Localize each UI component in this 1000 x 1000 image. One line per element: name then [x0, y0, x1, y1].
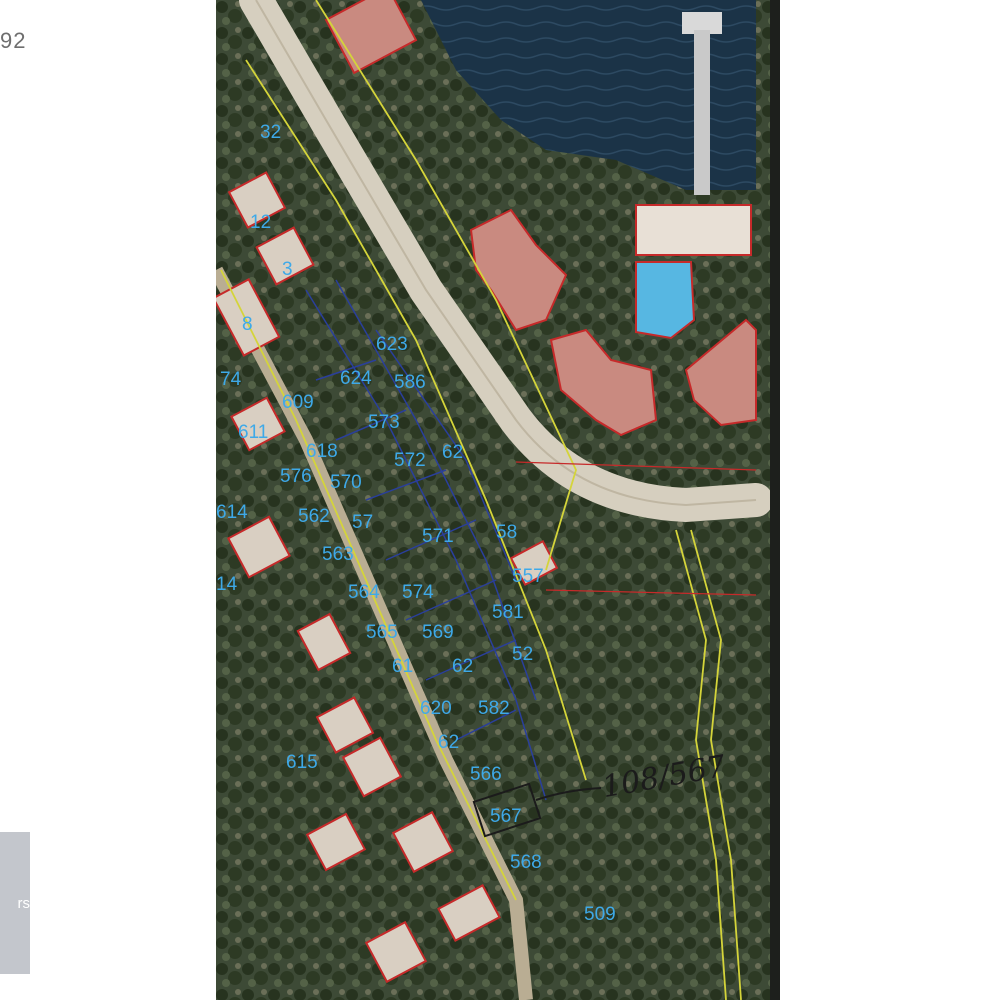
parcel-label: 569: [422, 622, 454, 643]
cadastral-map-photo[interactable]: 108/567 32 12 3 8 74 614 611 609 623 624…: [216, 0, 780, 1000]
side-panel-button-label: rs: [17, 894, 31, 912]
parcel-label: 609: [282, 392, 314, 413]
parcel-label: 615: [286, 752, 318, 773]
parcel-label: 573: [368, 412, 400, 433]
parcel-label: 14: [216, 574, 238, 595]
parcel-label: 62: [442, 442, 463, 463]
parcel-label: 567: [490, 806, 522, 827]
parcel-label: 618: [306, 441, 338, 462]
parcel-label: 581: [492, 602, 524, 623]
parcel-label: 74: [220, 369, 242, 390]
parcel-label: 570: [330, 472, 362, 493]
parcel-label: 58: [496, 522, 517, 543]
side-panel-button[interactable]: rs: [0, 832, 30, 974]
page-id-fragment: 92: [0, 28, 27, 53]
parcel-label: 582: [478, 698, 510, 719]
parcel-label: 32: [260, 122, 281, 143]
parcel-label: 62: [438, 732, 459, 753]
parcel-label: 61: [392, 656, 413, 677]
parcel-label: 62: [452, 656, 473, 677]
parcel-label: 12: [250, 212, 271, 233]
parcel-label: 620: [420, 698, 452, 719]
parcel-label: 611: [238, 422, 268, 443]
parcel-label: 614: [216, 502, 248, 523]
map-canvas: 108/567 32 12 3 8 74 614 611 609 623 624…: [216, 0, 780, 1000]
parcel-label: 624: [340, 368, 372, 389]
parcel-label: 574: [402, 582, 434, 603]
parcel-label: 568: [510, 852, 542, 873]
parcel-label: 8: [242, 314, 253, 335]
parcel-label: 3: [282, 259, 293, 280]
photo-edge-shadow: [770, 0, 780, 1000]
parcel-label: 564: [348, 582, 380, 603]
parcel-label: 571: [422, 526, 454, 547]
parcel-label: 557: [512, 566, 544, 587]
parcel-label: 566: [470, 764, 502, 785]
parcel-label: 562: [298, 506, 330, 527]
parcel-label: 509: [584, 904, 616, 925]
parcel-label: 565: [366, 622, 398, 643]
parcel-label: 563: [322, 544, 354, 565]
parcel-label: 586: [394, 372, 426, 393]
parcel-label: 572: [394, 450, 426, 471]
parcel-label: 57: [352, 512, 373, 533]
parcel-label: 623: [376, 334, 408, 355]
parcel-label: 52: [512, 644, 533, 665]
parcel-label: 576: [280, 466, 312, 487]
